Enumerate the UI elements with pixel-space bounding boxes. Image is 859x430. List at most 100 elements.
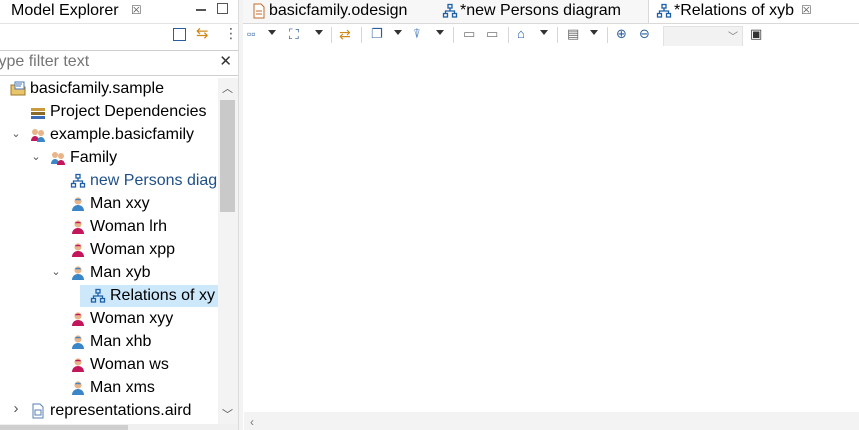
close-icon[interactable]: ☒ — [131, 3, 142, 17]
filter-input[interactable] — [0, 52, 214, 72]
tree-row[interactable]: Man xhb — [0, 331, 218, 353]
tree-item-label: example.basicfamily — [50, 126, 195, 143]
tree-row[interactable]: Man xms — [0, 377, 218, 399]
tree-row[interactable]: Woman lrh — [0, 216, 218, 238]
tree-row[interactable]: › representations.aird — [0, 400, 218, 422]
woman-icon — [70, 311, 86, 327]
chevron-up-icon[interactable]: ︿ — [222, 80, 233, 96]
tree-row[interactable]: ⌄ Man xyb — [0, 262, 218, 284]
chevron-down-icon[interactable] — [268, 30, 276, 35]
filter-icon[interactable]: ⍒ — [413, 27, 421, 41]
chevron-down-icon[interactable] — [394, 30, 402, 35]
editor-tab-label: basicfamily.odesign — [269, 2, 408, 19]
tree-row[interactable]: Woman ws — [0, 354, 218, 376]
maximize-button[interactable] — [217, 3, 228, 14]
zoom-in-icon[interactable]: ⊕ — [616, 27, 627, 41]
tree-item-label: representations.aird — [50, 402, 192, 419]
tree-row[interactable]: Woman xpp — [0, 239, 218, 261]
chevron-down-icon[interactable] — [590, 30, 598, 35]
chevron-left-icon[interactable]: ‹ — [250, 415, 254, 429]
tree-vertical-scrollbar[interactable]: ︿ ﹀ — [218, 78, 238, 424]
editor-tab-bar: basicfamily.odesign *new Persons diagram *… — [243, 0, 859, 24]
minimize-button[interactable] — [196, 9, 206, 11]
model-explorer-icon — [0, 4, 6, 18]
tree-item-label: Woman lrh — [90, 218, 168, 235]
tree-item-label: Relations of xy — [110, 287, 215, 304]
chevron-down-icon[interactable]: ⌄ — [0, 81, 2, 94]
tree-row[interactable]: ⌄ basicfamily.sample — [0, 78, 218, 100]
family-icon — [50, 150, 66, 166]
aird-file-icon — [30, 403, 46, 419]
tree-row[interactable]: Woman xyy — [0, 308, 218, 330]
man-icon — [70, 380, 86, 396]
project-icon — [10, 81, 26, 97]
scrollbar-thumb[interactable] — [220, 100, 235, 212]
editor-tab[interactable]: basicfamily.odesign — [244, 0, 435, 23]
chevron-down-icon[interactable]: ﹀ — [222, 406, 233, 422]
diagram-icon — [656, 3, 672, 19]
select-all-icon[interactable]: ⛶ — [289, 27, 299, 41]
tree-row[interactable]: Relations of xy — [80, 285, 218, 307]
chevron-right-icon[interactable]: › — [10, 400, 22, 417]
tree-item-label: Project Dependencies — [50, 103, 207, 120]
woman-icon — [70, 357, 86, 373]
tree-row[interactable]: Project Dependencies — [0, 101, 218, 123]
refresh-icon[interactable]: ⇄ — [339, 27, 351, 41]
tree-item-label: Man xyb — [90, 264, 151, 281]
layer-icon[interactable]: ❐ — [371, 27, 383, 41]
diagram-icon — [90, 288, 106, 304]
model-explorer-toolbar: ⇆ ⋮ — [0, 24, 238, 48]
toolbar-separator — [361, 27, 362, 43]
editor-tab[interactable]: *Relations of xyb ☒ — [648, 0, 859, 23]
tree-row[interactable]: ⌄ example.basicfamily — [0, 124, 218, 146]
diagram-canvas[interactable] — [244, 46, 859, 412]
tree-row[interactable]: new Persons diag — [0, 170, 218, 192]
tree-horizontal-scrollbar[interactable] — [0, 424, 238, 430]
scrollbar-thumb[interactable] — [0, 425, 128, 430]
odesign-file-icon — [251, 3, 267, 19]
link-with-editor-icon[interactable]: ⇆ — [196, 26, 209, 41]
arrange-icon[interactable]: ▫▫ — [247, 27, 256, 41]
editor-tab[interactable]: *new Persons diagram — [435, 0, 648, 23]
woman-icon — [70, 219, 86, 235]
tree-item-label: Family — [70, 149, 118, 166]
zoom-out-icon[interactable]: ⊖ — [639, 27, 650, 41]
dependencies-icon — [30, 104, 46, 120]
chevron-down-icon[interactable] — [540, 30, 548, 35]
woman-icon — [70, 242, 86, 258]
editor-tab-label: *Relations of xyb — [674, 2, 795, 19]
diagram-icon[interactable]: ⌂ — [517, 27, 525, 41]
model-tree: ⌄ basicfamily.sample Project Dependencies ⌄… — [0, 78, 218, 424]
tree-item-label: Man xms — [90, 379, 155, 396]
pin-icon[interactable]: ▭ — [463, 27, 475, 41]
chevron-down-icon[interactable]: ⌄ — [50, 265, 62, 278]
toolbar-separator — [453, 27, 454, 43]
close-icon[interactable]: ☒ — [801, 3, 812, 17]
unpin-icon[interactable]: ▭ — [486, 27, 498, 41]
clipboard-icon[interactable]: ▤ — [567, 27, 579, 41]
collapse-all-icon[interactable] — [173, 28, 186, 41]
diagram-toolbar: ▫▫ ⛶ ⇄ ❐ ⍒ ▭ ▭ ⌂ ▤ ⊕ ⊖ ▣ — [243, 24, 859, 46]
chevron-down-icon[interactable]: ⌄ — [30, 150, 42, 163]
view-menu-icon[interactable]: ⋮ — [224, 26, 238, 40]
chevron-down-icon[interactable] — [315, 30, 323, 35]
camera-icon[interactable]: ▣ — [750, 27, 762, 41]
clear-filter-icon[interactable]: ✕ — [219, 52, 232, 70]
chevron-down-icon[interactable]: ﹀ — [728, 28, 738, 43]
model-explorer-title: Model Explorer — [11, 2, 119, 19]
tree-row[interactable]: ⌄ Family — [0, 147, 218, 169]
toolbar-separator — [607, 27, 608, 43]
model-explorer-tab[interactable]: Model Explorer ☒ — [0, 0, 238, 24]
canvas-horizontal-scrollbar[interactable]: ‹ — [244, 412, 859, 430]
toolbar-separator — [331, 27, 332, 43]
filter-field[interactable]: ✕ — [0, 50, 238, 76]
chevron-down-icon[interactable] — [436, 30, 444, 35]
zoom-combo[interactable]: ﹀ — [663, 26, 743, 47]
tree-item-label: Woman xyy — [90, 310, 174, 327]
man-icon — [70, 334, 86, 350]
diagram-icon — [442, 3, 458, 19]
tree-row[interactable]: Man xxy — [0, 193, 218, 215]
toolbar-separator — [557, 27, 558, 43]
chevron-down-icon[interactable]: ⌄ — [10, 127, 22, 140]
man-icon — [70, 196, 86, 212]
